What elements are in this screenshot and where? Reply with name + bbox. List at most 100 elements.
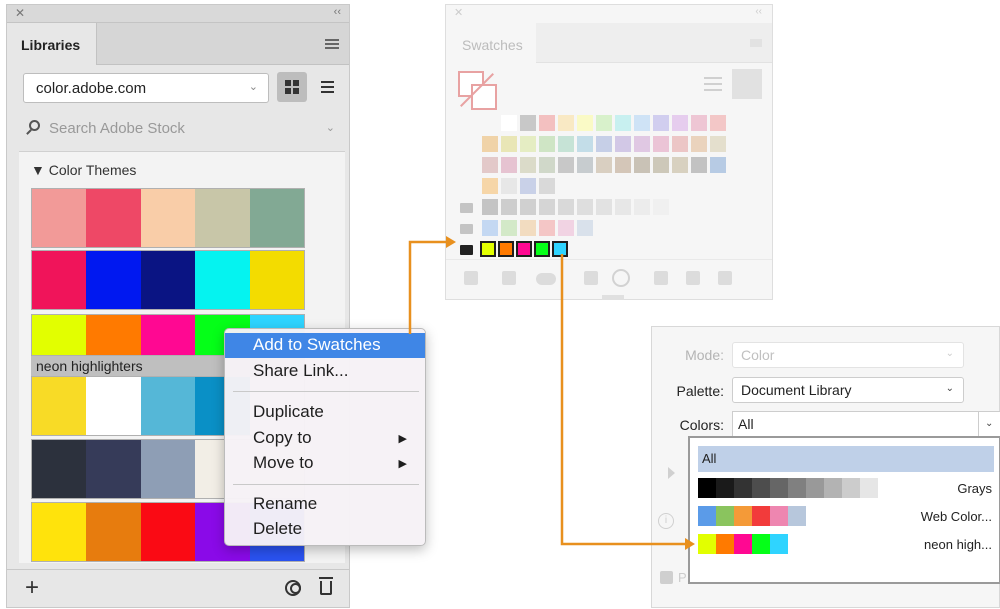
dropdown-option-web-colors[interactable]: Web Color... [698,506,998,528]
swatch[interactable] [577,157,593,173]
swatch[interactable] [672,115,688,131]
list-view-button[interactable] [313,72,343,102]
swatch[interactable] [501,136,517,152]
menu-item-share-link[interactable]: Share Link... [225,359,425,384]
grid-view-button[interactable] [277,72,307,102]
swatch[interactable] [653,157,669,173]
swatch[interactable] [577,115,593,131]
swatch[interactable] [634,199,650,215]
color-theme-row[interactable] [31,250,305,310]
swatch[interactable] [558,220,574,236]
swatch[interactable] [634,136,650,152]
close-icon[interactable]: ✕ [454,6,463,19]
swatch[interactable] [653,199,669,215]
swatch[interactable] [498,241,514,257]
swatch[interactable] [615,115,631,131]
swatch[interactable] [516,241,532,257]
swatch[interactable] [634,157,650,173]
grid-view-button[interactable] [732,69,762,99]
trash-icon[interactable] [319,577,333,595]
swatch[interactable] [653,136,669,152]
menu-item-add-to-swatches[interactable]: Add to Swatches [225,333,425,358]
swatch[interactable] [539,136,555,152]
swatch[interactable] [480,241,496,257]
checkbox[interactable] [660,571,673,584]
swatch[interactable] [615,136,631,152]
menu-item-delete[interactable]: Delete [225,517,425,542]
swatch[interactable] [691,115,707,131]
disclosure-triangle-icon[interactable] [668,467,675,479]
collapse-icon[interactable]: ‹‹ [334,6,341,18]
swatch[interactable] [558,199,574,215]
swatch[interactable] [596,115,612,131]
collapse-icon[interactable]: ‹‹ [755,6,762,17]
dropdown-option-all[interactable]: All [698,446,994,472]
palette-select[interactable]: Document Library ⌄ [732,377,964,403]
swatch[interactable] [501,199,517,215]
menu-item-move-to[interactable]: Move to ▶ [225,451,425,476]
resize-handle[interactable] [602,295,624,300]
swatch[interactable] [672,157,688,173]
swatch[interactable] [577,199,593,215]
swatch[interactable] [520,115,536,131]
swatch[interactable] [520,157,536,173]
chevron-down-icon[interactable]: ⌄ [326,121,335,134]
swatch[interactable] [539,157,555,173]
creative-cloud-icon[interactable] [285,580,301,596]
menu-item-copy-to[interactable]: Copy to ▶ [225,426,425,451]
swatch[interactable] [558,136,574,152]
swatch[interactable] [539,115,555,131]
list-view-button[interactable] [704,77,722,91]
swatch[interactable] [615,199,631,215]
swatch-options-icon[interactable] [584,271,598,285]
close-icon[interactable]: ✕ [15,6,25,20]
swatch[interactable] [558,115,574,131]
swatch[interactable] [710,136,726,152]
swatch[interactable] [539,178,555,194]
swatch[interactable] [558,157,574,173]
swatch[interactable] [552,241,568,257]
swatch[interactable] [501,178,517,194]
swatch[interactable] [539,220,555,236]
swatch[interactable] [596,136,612,152]
swatch[interactable] [577,220,593,236]
add-icon[interactable]: + [25,574,39,602]
fill-stroke-icon[interactable] [458,71,498,111]
trash-icon[interactable] [718,271,732,285]
swatch[interactable] [482,136,498,152]
swatch[interactable] [482,178,498,194]
colors-select[interactable]: All ⌄ [732,411,1000,437]
swatch[interactable] [520,220,536,236]
swatch[interactable] [501,157,517,173]
color-group-icon[interactable] [612,269,630,287]
swatch[interactable] [672,136,688,152]
swatch[interactable] [534,241,550,257]
menu-item-duplicate[interactable]: Duplicate [225,400,425,425]
show-kinds-icon[interactable] [502,271,516,285]
swatch[interactable] [710,115,726,131]
swatch[interactable] [596,157,612,173]
swatch[interactable] [710,157,726,173]
swatch[interactable] [482,157,498,173]
swatch[interactable] [634,115,650,131]
swatch[interactable] [577,136,593,152]
menu-item-rename[interactable]: Rename [225,492,425,517]
swatch[interactable] [691,136,707,152]
folder-icon[interactable] [654,271,668,285]
color-theme-row[interactable] [31,188,305,248]
library-icon[interactable] [464,271,478,285]
swatch[interactable] [653,115,669,131]
panel-menu-icon[interactable] [325,39,339,49]
swatch[interactable] [520,199,536,215]
swatch[interactable] [482,199,498,215]
tab-swatches[interactable]: Swatches [446,23,536,63]
swatch[interactable] [501,220,517,236]
dropdown-option-neon-highlighters[interactable]: neon high... [698,534,998,556]
new-swatch-icon[interactable] [686,271,700,285]
swatch[interactable] [596,199,612,215]
swatch[interactable] [691,157,707,173]
tab-libraries[interactable]: Libraries [7,23,97,65]
swatch[interactable] [520,136,536,152]
panel-menu-icon[interactable] [750,39,762,47]
swatch[interactable] [615,157,631,173]
